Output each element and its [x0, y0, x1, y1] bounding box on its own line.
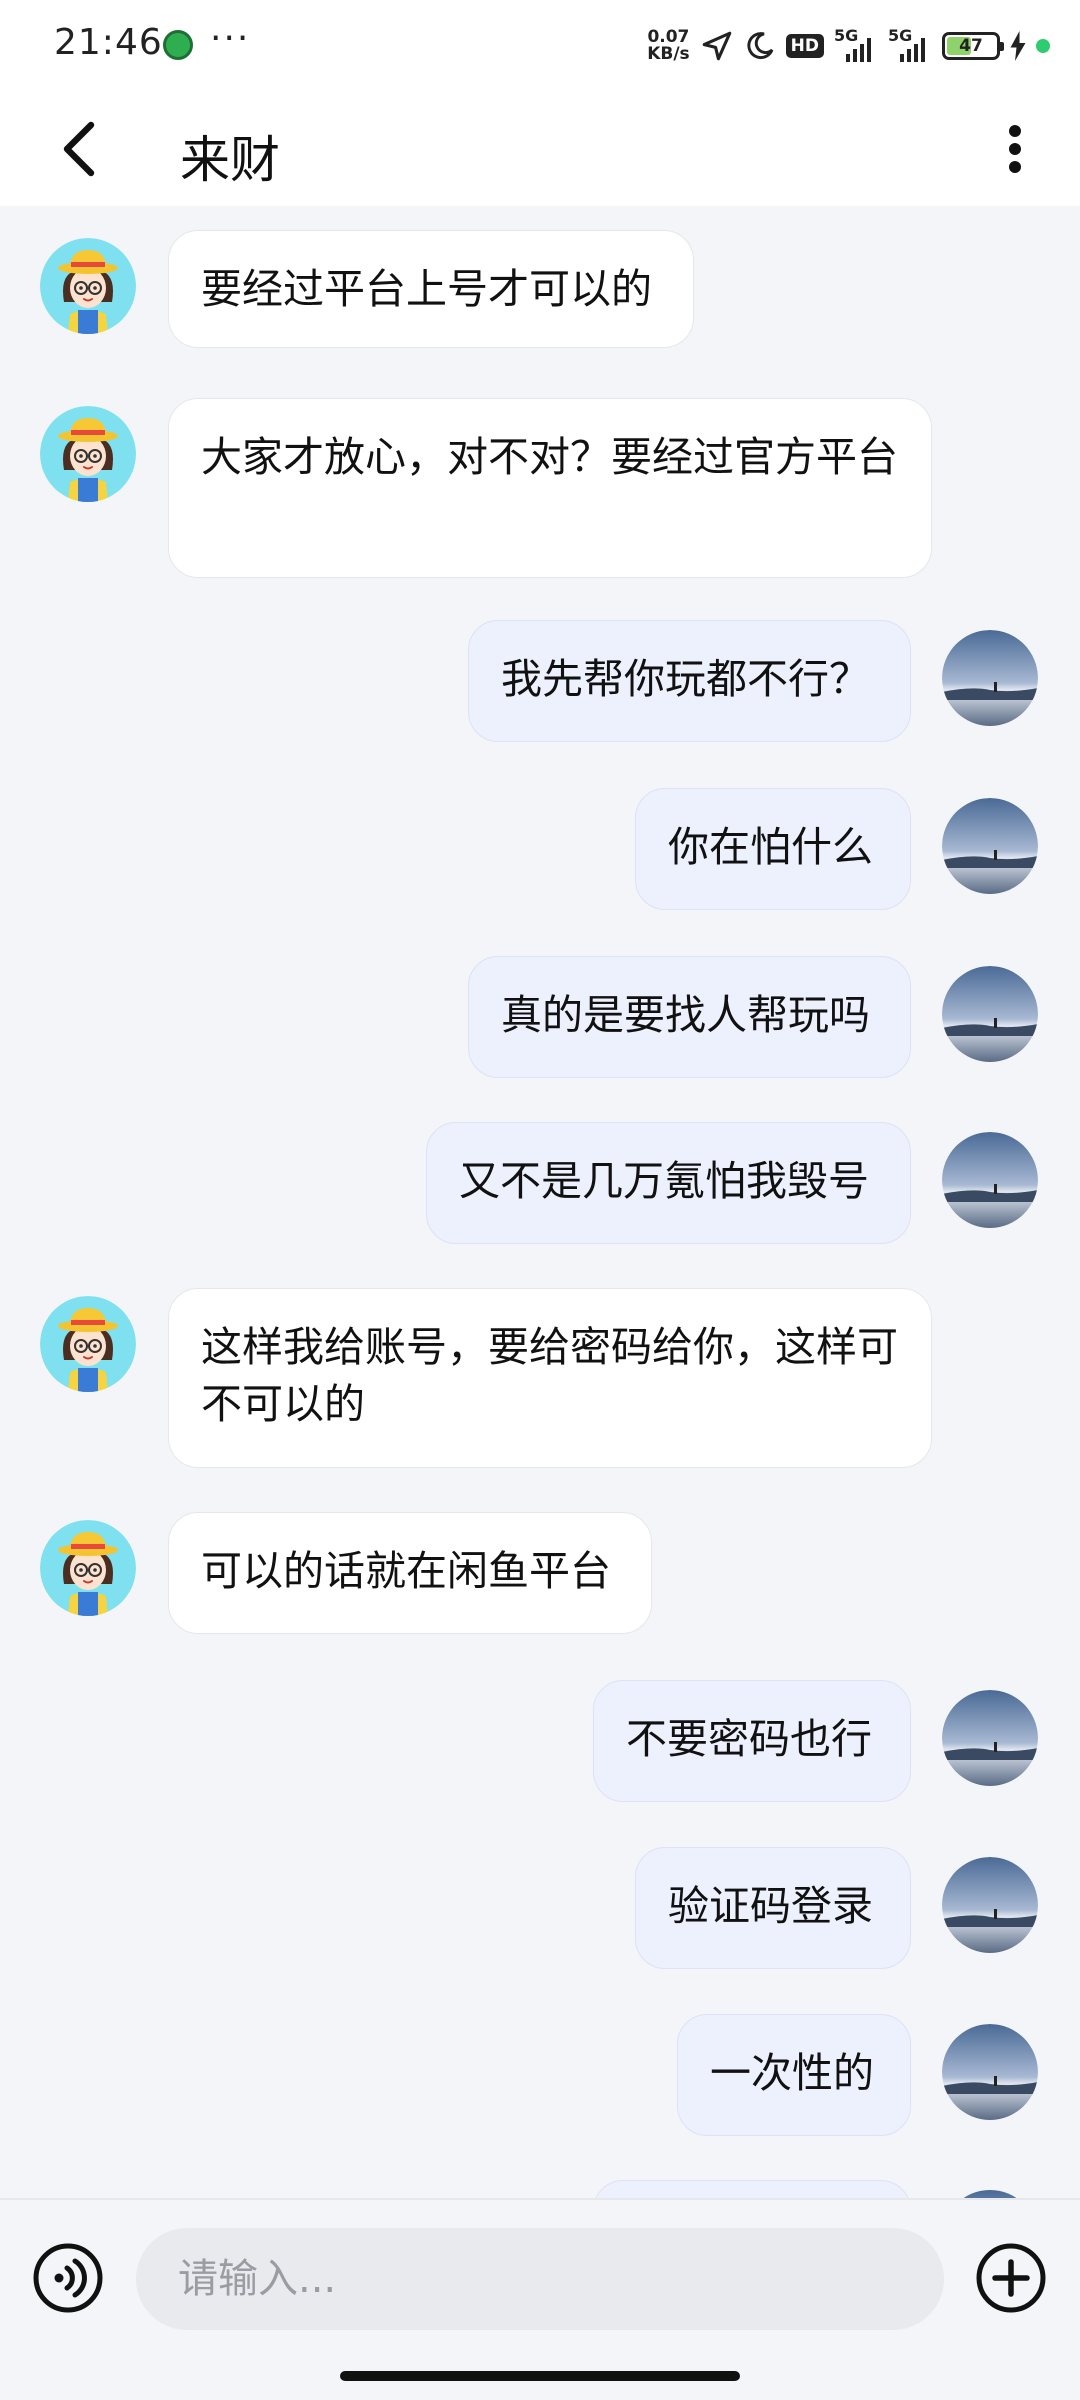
plus-circle-icon — [976, 2243, 1046, 2313]
message-bubble[interactable]: 真的是要找人帮玩吗 — [468, 956, 911, 1078]
message-text: 大家才放心，对不对？要经过官方平台 — [201, 433, 898, 481]
contact-avatar[interactable] — [40, 406, 136, 502]
input-bar — [0, 2198, 1080, 2360]
user-avatar[interactable] — [942, 1690, 1038, 1786]
message-text: 你在怕什么 — [668, 823, 873, 871]
user-avatar[interactable] — [942, 630, 1038, 726]
user-avatar[interactable] — [942, 2024, 1038, 2120]
message-text: 验证码登录 — [668, 1882, 873, 1930]
home-indicator[interactable] — [340, 2371, 740, 2381]
signal-icon: 5G — [834, 26, 878, 64]
message-list[interactable]: 要经过平台上号才可以的 大家才放心，对不对？要经过官方平台 我先帮你玩都不行？ — [0, 206, 1080, 2200]
battery-icon: 47 — [942, 32, 1004, 60]
message-bubble[interactable]: 验证码登录 — [635, 1847, 911, 1969]
charging-icon — [1010, 31, 1026, 61]
moon-icon — [744, 30, 776, 62]
message-text: 可以的话就在闲鱼平台 — [201, 1547, 611, 1595]
vertical-dots-icon — [1009, 125, 1021, 173]
location-arrow-icon — [700, 29, 734, 63]
network-speed-unit: KB/s — [647, 44, 690, 64]
message-text: 一次性的 — [710, 2049, 874, 2097]
message-text: 又不是几万氪怕我毁号 — [459, 1157, 869, 1205]
message-bubble[interactable]: 你在怕什么 — [635, 788, 911, 910]
chat-header: 来财 — [0, 92, 1080, 206]
attach-button[interactable] — [975, 2242, 1047, 2314]
more-options-button[interactable] — [980, 114, 1050, 184]
status-bar: 21:46 ··· 0.07 KB/s HD 5G 5G 47 — [0, 0, 1080, 92]
message-bubble[interactable]: 不要密码也行 — [593, 1680, 911, 1802]
status-right-group: 0.07 KB/s HD 5G 5G 47 — [647, 22, 1050, 70]
message-bubble[interactable]: 可以的话就在闲鱼平台 — [168, 1512, 652, 1634]
chat-screen: 21:46 ··· 0.07 KB/s HD 5G 5G 47 来财 要经过平台… — [0, 0, 1080, 2400]
contact-avatar[interactable] — [40, 1520, 136, 1616]
message-bubble[interactable]: 一次性的 — [677, 2014, 911, 2136]
app-notification-icon — [163, 30, 193, 60]
message-bubble[interactable]: 又不是几万氪怕我毁号 — [426, 1122, 911, 1244]
voice-wave-icon — [33, 2243, 103, 2313]
message-bubble-partial[interactable] — [593, 2180, 911, 2200]
message-text: 我先帮你玩都不行？ — [501, 655, 870, 703]
message-bubble[interactable]: 这样我给账号，要给密码给你，这样可不可以的 — [168, 1288, 932, 1468]
contact-avatar[interactable] — [40, 1296, 136, 1392]
chevron-left-icon — [63, 121, 95, 177]
chat-title: 来财 — [180, 131, 280, 189]
voice-button[interactable] — [32, 2242, 104, 2314]
message-bubble[interactable]: 我先帮你玩都不行？ — [468, 620, 911, 742]
user-avatar[interactable] — [942, 1857, 1038, 1953]
message-text: 这样我给账号，要给密码给你，这样可不可以的 — [201, 1323, 898, 1428]
back-button[interactable] — [44, 114, 114, 184]
contact-avatar[interactable] — [40, 238, 136, 334]
status-more-indicator: ··· — [210, 18, 251, 59]
hd-badge: HD — [785, 34, 824, 58]
message-bubble[interactable]: 要经过平台上号才可以的 — [168, 230, 694, 348]
user-avatar[interactable] — [942, 1132, 1038, 1228]
user-avatar[interactable] — [942, 798, 1038, 894]
network-speed: 0.07 KB/s — [647, 29, 689, 63]
message-bubble[interactable]: 大家才放心，对不对？要经过官方平台 — [168, 398, 932, 578]
battery-level: 47 — [959, 36, 983, 56]
message-text: 要经过平台上号才可以的 — [201, 265, 652, 313]
message-text: 真的是要找人帮玩吗 — [501, 991, 870, 1039]
message-input[interactable] — [136, 2228, 944, 2330]
signal-icon: 5G — [888, 26, 932, 64]
message-text: 不要密码也行 — [626, 1715, 872, 1763]
user-avatar[interactable] — [942, 966, 1038, 1062]
status-time: 21:46 — [54, 22, 163, 63]
privacy-indicator-dot — [1036, 39, 1050, 53]
